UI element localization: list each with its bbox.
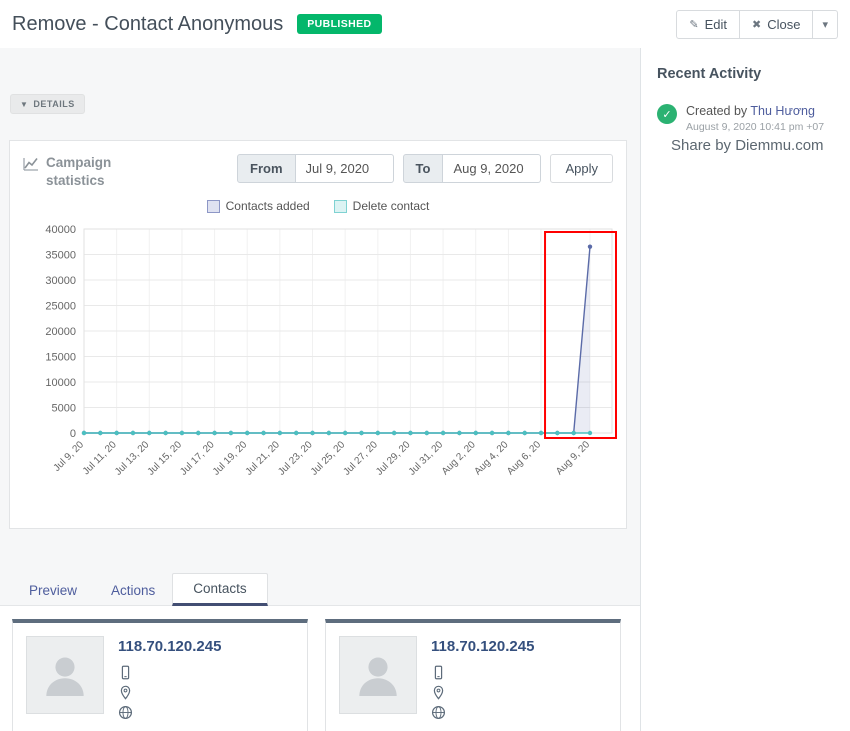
svg-text:Aug 2, 20: Aug 2, 20 xyxy=(440,439,478,477)
svg-text:40000: 40000 xyxy=(45,224,76,236)
mobile-phone-icon xyxy=(434,665,443,680)
watermark-text: Share by Diemmu.com xyxy=(671,137,824,154)
details-toggle-label: DETAILS xyxy=(33,99,75,109)
person-icon xyxy=(46,657,84,697)
statistics-title-line2: statistics xyxy=(46,172,105,188)
svg-text:Jul 19, 20: Jul 19, 20 xyxy=(211,439,250,478)
line-chart-icon xyxy=(23,158,38,171)
person-icon xyxy=(359,657,397,697)
edit-icon: ✎ xyxy=(689,18,699,31)
contacts-tab-panel: 118.70.120.245 118.70.120.245 xyxy=(0,605,640,731)
globe-icon xyxy=(118,706,133,720)
campaign-statistics-panel: Campaign statistics From To Apply xyxy=(9,140,627,530)
contact-card: 118.70.120.245 xyxy=(12,619,308,731)
svg-text:10000: 10000 xyxy=(45,377,76,389)
legend-item-contacts-added: Contacts added xyxy=(206,199,310,214)
globe-icon xyxy=(431,706,446,720)
close-button-label: Close xyxy=(767,16,801,32)
svg-text:15000: 15000 xyxy=(45,352,76,364)
to-date-group: To xyxy=(402,154,542,183)
apply-button[interactable]: Apply xyxy=(550,154,613,183)
close-button[interactable]: ✖ Close xyxy=(740,9,814,39)
svg-text:Jul 23, 20: Jul 23, 20 xyxy=(276,439,315,478)
chart-canvas: 0 5000 10000 15000 20000 25000 30000 35000 40000… xyxy=(45,224,618,478)
mobile-phone-icon xyxy=(121,665,130,680)
campaign-statistics-chart: 0 5000 10000 15000 20000 25000 30000 35000 40000… xyxy=(10,213,626,528)
date-range-controls: From To Apply xyxy=(237,154,613,183)
edit-button-label: Edit xyxy=(704,16,727,32)
contact-detail-icons xyxy=(118,665,221,720)
tab-preview[interactable]: Preview xyxy=(12,576,94,605)
activity-entry: Created by Thu Hương August 9, 2020 10:4… xyxy=(686,104,824,133)
delete-contact-legend-marker xyxy=(333,199,347,213)
contact-info: 118.70.120.245 xyxy=(118,636,221,731)
svg-text:25000: 25000 xyxy=(45,301,76,313)
recent-activity-heading: Recent Activity xyxy=(657,66,762,82)
avatar xyxy=(26,636,104,715)
contact-card: 118.70.120.245 xyxy=(325,619,621,731)
svg-text:Aug 4, 20: Aug 4, 20 xyxy=(472,439,510,477)
contacts-added-legend-marker xyxy=(206,199,220,213)
contact-ip-link[interactable]: 118.70.120.245 xyxy=(118,638,221,655)
svg-text:Jul 27, 20: Jul 27, 20 xyxy=(341,439,380,478)
contact-info: 118.70.120.245 xyxy=(431,636,534,731)
from-label: From xyxy=(237,154,296,183)
location-pin-icon xyxy=(120,685,131,700)
svg-text:Jul 17, 20: Jul 17, 20 xyxy=(178,439,217,478)
statistics-title-line1: Campaign xyxy=(46,155,112,170)
svg-text:30000: 30000 xyxy=(45,275,76,287)
svg-text:Aug 9, 20: Aug 9, 20 xyxy=(554,439,592,477)
svg-text:Jul 13, 20: Jul 13, 20 xyxy=(113,439,152,478)
edit-button[interactable]: ✎ Edit xyxy=(676,9,740,39)
from-date-input[interactable] xyxy=(295,154,394,183)
statistics-panel-header: Campaign statistics From To Apply xyxy=(10,141,626,189)
page-title: Remove - Contact Anonymous xyxy=(12,12,284,35)
location-pin-icon xyxy=(433,685,444,700)
activity-timestamp: August 9, 2020 10:41 pm +07 xyxy=(686,121,825,133)
check-circle-icon: ✓ xyxy=(657,104,677,124)
tab-contacts[interactable]: Contacts xyxy=(172,573,268,607)
svg-text:Jul 29, 20: Jul 29, 20 xyxy=(374,439,413,478)
legend-label: Delete contact xyxy=(352,199,430,214)
tab-actions[interactable]: Actions xyxy=(94,576,172,605)
page-header: Remove - Contact Anonymous PUBLISHED ✎ E… xyxy=(0,0,850,48)
svg-text:Jul 15, 20: Jul 15, 20 xyxy=(146,439,185,478)
svg-text:0: 0 xyxy=(70,428,76,440)
content-column: ▼ DETAILS Campaign statistics From Jul 9… xyxy=(0,48,641,731)
activity-timeline-item: ✓ Created by Thu Hương August 9, 2020 10… xyxy=(657,104,834,133)
svg-text:Jul 21, 20: Jul 21, 20 xyxy=(244,439,283,478)
dropdown-toggle-button[interactable]: ▾ xyxy=(813,9,838,39)
svg-text:5000: 5000 xyxy=(52,403,76,415)
main-area: ▼ DETAILS Campaign statistics From Jul 9… xyxy=(0,48,850,731)
status-badge: PUBLISHED xyxy=(297,14,382,34)
to-label: To xyxy=(402,154,444,183)
activity-entry-text: Created by Thu Hương xyxy=(686,104,824,118)
caret-down-icon: ▾ xyxy=(822,18,828,31)
recent-activity-sidebar: Recent Activity ✓ Created by Thu Hương A… xyxy=(641,48,850,731)
close-icon: ✖ xyxy=(752,18,762,31)
svg-text:Jul 31, 20: Jul 31, 20 xyxy=(407,439,446,478)
avatar xyxy=(339,636,417,715)
tab-bar: Preview Actions Contacts xyxy=(12,573,640,607)
svg-text:Jul 25, 20: Jul 25, 20 xyxy=(309,439,348,478)
contact-detail-icons xyxy=(431,665,534,720)
statistics-title: Campaign statistics xyxy=(23,154,111,189)
svg-text:20000: 20000 xyxy=(45,326,76,338)
caret-down-icon: ▼ xyxy=(20,99,29,109)
svg-text:Aug 6, 20: Aug 6, 20 xyxy=(505,439,543,477)
chart-legend: Contacts added Delete contact xyxy=(10,199,626,213)
to-date-input[interactable] xyxy=(443,154,542,183)
contact-ip-link[interactable]: 118.70.120.245 xyxy=(431,638,534,655)
header-actions: ✎ Edit ✖ Close ▾ xyxy=(676,9,838,39)
from-date-group: From xyxy=(237,154,394,183)
legend-item-delete-contact: Delete contact xyxy=(333,199,430,214)
details-toggle-button[interactable]: ▼ DETAILS xyxy=(10,94,85,114)
created-by-text: Created by xyxy=(686,104,748,118)
legend-label: Contacts added xyxy=(225,199,310,214)
svg-text:35000: 35000 xyxy=(45,250,76,262)
created-by-user-link[interactable]: Thu Hương xyxy=(750,104,815,118)
